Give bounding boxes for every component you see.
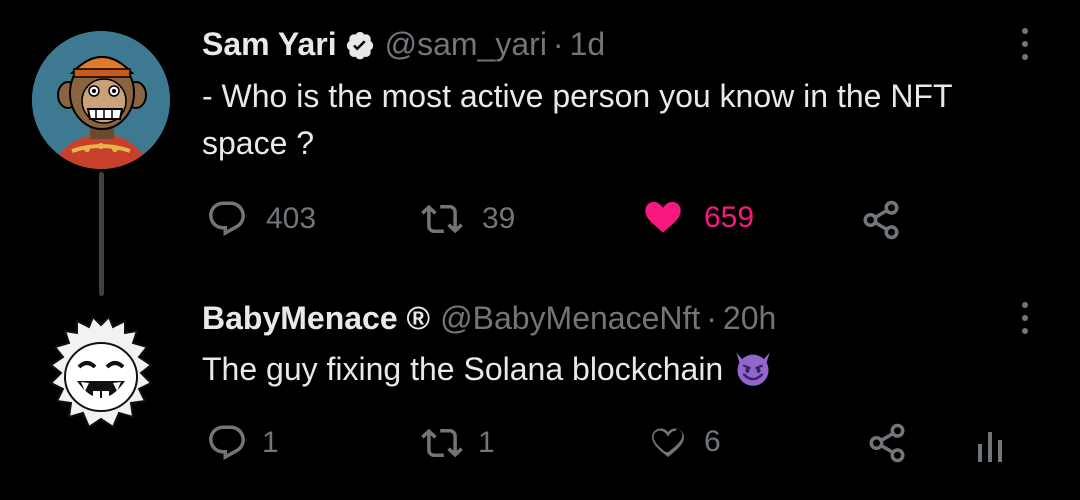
- avatar-sam-yari[interactable]: [32, 31, 170, 169]
- analytics-button[interactable]: [974, 424, 1010, 464]
- retweet-count: 39: [482, 202, 516, 235]
- share-button[interactable]: [866, 422, 908, 464]
- retweet-count: 1: [478, 426, 495, 459]
- tweet1-header: Sam Yari @sam_yari · 1d: [202, 24, 605, 64]
- author-name[interactable]: BabyMenace ®: [202, 300, 430, 336]
- retweet-button[interactable]: 39: [420, 198, 515, 240]
- author-handle[interactable]: @BabyMenaceNft: [440, 300, 700, 336]
- share-icon: [863, 200, 899, 240]
- tweet-thread: Sam Yari @sam_yari · 1d - Who is the most …: [0, 0, 1080, 500]
- reply-count: 403: [266, 202, 317, 235]
- like-button[interactable]: 6: [646, 421, 721, 463]
- analytics-icon: [978, 432, 1002, 462]
- like-button[interactable]: 659: [640, 196, 754, 240]
- verified-badge-icon: [346, 31, 373, 60]
- heart-outline-icon: [651, 428, 685, 457]
- reply-icon: [209, 201, 245, 236]
- retweet-icon: [421, 204, 463, 234]
- separator-dot: ·: [706, 300, 717, 336]
- separator-dot: ·: [552, 26, 564, 62]
- tweet2-body: The guy fixing the Solana blockchain: [202, 346, 1022, 393]
- more-icon[interactable]: [1010, 24, 1040, 64]
- reply-button[interactable]: 403: [206, 198, 316, 240]
- smiling-devil-emoji: [736, 352, 770, 386]
- reply-count: 1: [262, 426, 279, 459]
- share-icon: [869, 423, 905, 463]
- timestamp[interactable]: 1d: [570, 26, 606, 62]
- like-count: 659: [704, 201, 755, 234]
- more-icon[interactable]: [1010, 298, 1040, 338]
- tweet2-text: The guy fixing the Solana blockchain: [202, 351, 724, 387]
- share-button[interactable]: [860, 199, 902, 241]
- retweet-button[interactable]: 1: [420, 422, 495, 464]
- retweet-icon: [421, 428, 463, 458]
- tweet2-header: BabyMenace ® @BabyMenaceNft · 20h: [202, 298, 776, 338]
- author-handle[interactable]: @sam_yari: [385, 26, 547, 62]
- heart-filled-icon: [645, 201, 681, 233]
- avatar-babymenace[interactable]: [37, 311, 165, 439]
- timestamp[interactable]: 20h: [723, 300, 776, 336]
- reply-button[interactable]: 1: [206, 422, 279, 464]
- tweet1-text: - Who is the most active person you know…: [202, 78, 952, 161]
- reply-icon: [209, 425, 245, 460]
- author-name[interactable]: Sam Yari: [202, 26, 337, 62]
- thread-line: [99, 172, 104, 296]
- like-count: 6: [704, 425, 721, 458]
